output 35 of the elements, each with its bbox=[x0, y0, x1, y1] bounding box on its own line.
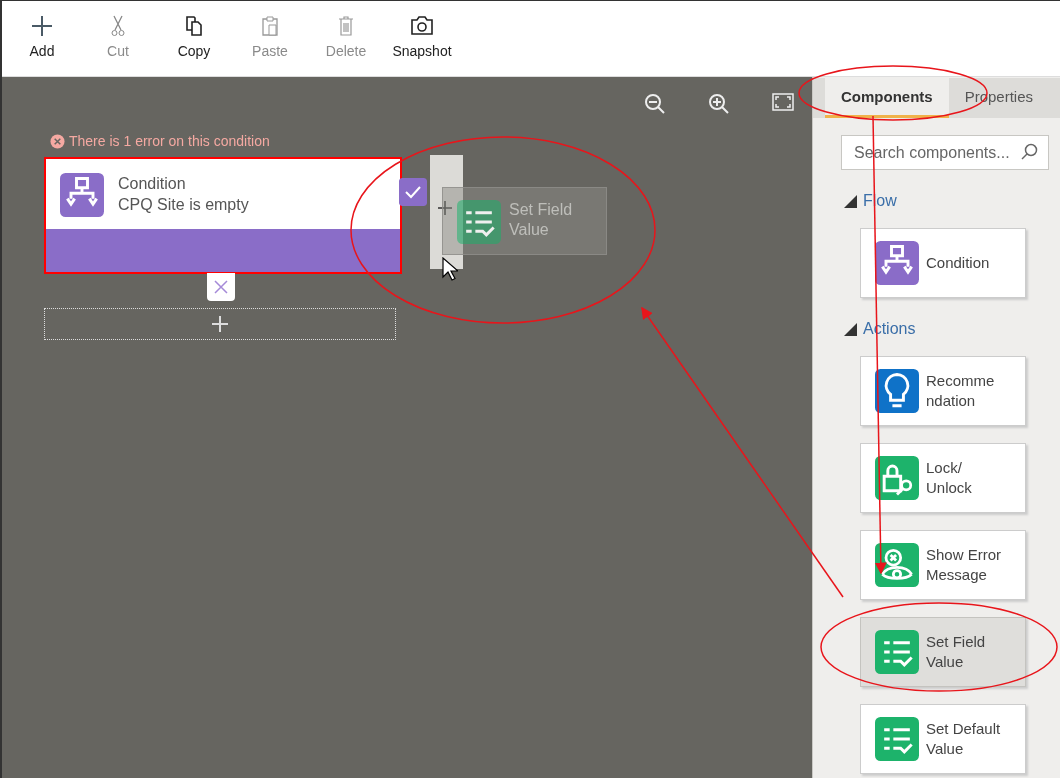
node-subtitle: CPQ Site is empty bbox=[118, 195, 249, 215]
scissors-icon bbox=[111, 15, 125, 37]
toolbar-button[interactable]: Copy bbox=[156, 15, 232, 61]
zoom-in-icon[interactable] bbox=[708, 93, 730, 115]
search-icon bbox=[1021, 143, 1039, 161]
component-card[interactable]: Recommendation bbox=[860, 356, 1026, 426]
clipboard-icon bbox=[261, 15, 279, 37]
fit-screen-icon[interactable] bbox=[772, 93, 794, 111]
check-icon[interactable] bbox=[399, 178, 427, 206]
add-icon bbox=[31, 15, 53, 37]
camera-icon bbox=[411, 16, 433, 36]
component-card[interactable]: Set Default Value bbox=[860, 704, 1026, 774]
panel-tab[interactable]: Components bbox=[825, 78, 949, 118]
remove-button[interactable] bbox=[207, 273, 235, 301]
error-icon bbox=[50, 133, 65, 149]
preview-label: Set Field Value bbox=[509, 200, 574, 240]
add-icon bbox=[438, 201, 452, 215]
zoom-out-icon[interactable] bbox=[644, 93, 666, 115]
tree-icon bbox=[60, 173, 104, 217]
trash-icon bbox=[338, 15, 354, 37]
add-placeholder[interactable] bbox=[44, 308, 396, 340]
component-card[interactable]: Lock/ Unlock bbox=[860, 443, 1026, 513]
pointer-icon bbox=[442, 257, 458, 281]
add-icon bbox=[212, 316, 228, 332]
component-card[interactable]: Condition bbox=[860, 228, 1026, 298]
checklist-icon bbox=[457, 200, 501, 244]
condition-node[interactable]: Condition CPQ Site is empty bbox=[44, 157, 402, 274]
copy-icon bbox=[185, 15, 203, 37]
component-card[interactable]: Set Field Value bbox=[860, 617, 1026, 687]
toolbar-button[interactable]: Snapshot bbox=[384, 15, 460, 61]
component-card[interactable]: Show Error Message bbox=[860, 530, 1026, 600]
node-title: Condition bbox=[118, 174, 187, 194]
close-icon bbox=[214, 280, 228, 294]
toolbar-button[interactable]: Add bbox=[4, 15, 80, 61]
error-message: There is 1 error on this condition bbox=[69, 133, 270, 149]
